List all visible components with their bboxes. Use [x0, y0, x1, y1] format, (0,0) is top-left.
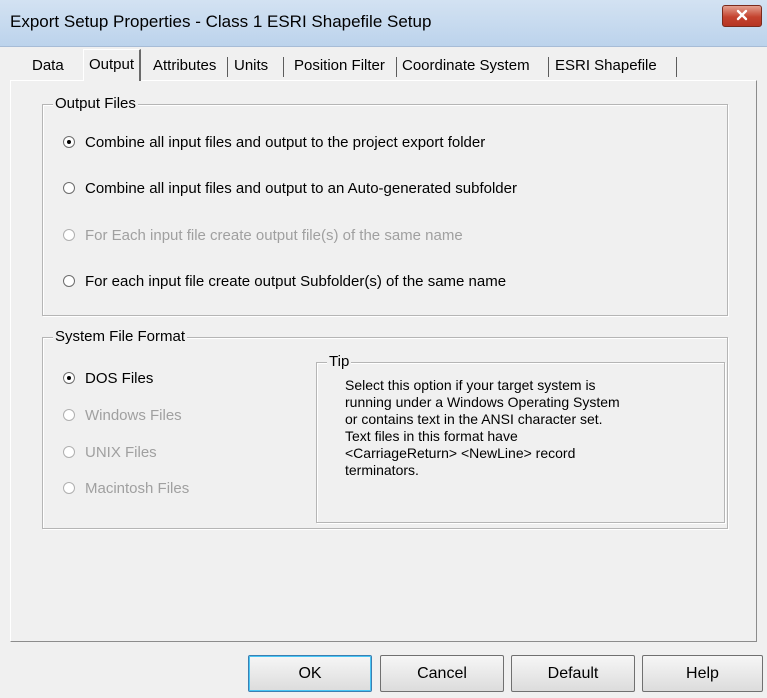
radio-label: Combine all input files and output to an… — [85, 179, 517, 197]
tab-attributes[interactable]: Attributes — [153, 52, 216, 80]
radio-each-file-same-name[interactable]: For Each input file create output file(s… — [63, 225, 463, 245]
ok-button-label: OK — [298, 664, 322, 682]
radio-label: Macintosh Files — [85, 479, 190, 497]
radio-indicator — [63, 482, 75, 494]
tip-box: Tip Select this option if your target sy… — [316, 353, 725, 523]
close-icon — [736, 8, 748, 24]
help-button[interactable]: Help — [642, 655, 763, 692]
radio-indicator — [63, 229, 75, 241]
tab-separator — [227, 57, 228, 77]
tab-separator — [548, 57, 549, 77]
tab-coordinate-system[interactable]: Coordinate System — [402, 52, 530, 80]
radio-macintosh-files[interactable]: Macintosh Files — [63, 478, 189, 498]
default-button-label: Default — [547, 664, 599, 682]
radio-indicator — [63, 409, 75, 421]
tab-separator — [396, 57, 397, 77]
tab-data[interactable]: Data — [32, 52, 64, 80]
radio-windows-files[interactable]: Windows Files — [63, 405, 182, 425]
radio-label: For Each input file create output file(s… — [85, 226, 463, 244]
radio-dos-files[interactable]: DOS Files — [63, 368, 153, 388]
default-button[interactable]: Default — [511, 655, 635, 692]
radio-indicator — [63, 182, 75, 194]
radio-label: UNIX Files — [85, 443, 157, 461]
radio-indicator — [63, 372, 75, 384]
tab-units[interactable]: Units — [234, 52, 268, 80]
radio-label: Windows Files — [85, 406, 182, 424]
radio-combine-project-folder[interactable]: Combine all input files and output to th… — [63, 132, 485, 152]
tip-text: Select this option if your target system… — [345, 377, 620, 478]
cancel-button[interactable]: Cancel — [380, 655, 504, 692]
tip-title: Tip — [327, 353, 352, 371]
cancel-button-label: Cancel — [417, 664, 467, 682]
system-file-format-group: System File Format DOS Files Windows Fil… — [42, 328, 728, 529]
title-bar: Export Setup Properties - Class 1 ESRI S… — [0, 0, 767, 47]
ok-button[interactable]: OK — [248, 655, 372, 692]
radio-label: DOS Files — [85, 369, 154, 387]
tab-separator — [283, 57, 284, 77]
close-button[interactable] — [722, 5, 762, 27]
system-file-format-title: System File Format — [53, 328, 188, 346]
radio-label: For each input file create output Subfol… — [85, 272, 507, 290]
tab-esri-shapefile[interactable]: ESRI Shapefile — [555, 52, 657, 80]
radio-combine-auto-subfolder[interactable]: Combine all input files and output to an… — [63, 178, 517, 198]
radio-indicator — [63, 136, 75, 148]
tab-output[interactable]: Output — [83, 49, 142, 81]
radio-indicator — [63, 446, 75, 458]
export-setup-dialog: Export Setup Properties - Class 1 ESRI S… — [0, 0, 767, 698]
output-files-group: Output Files Combine all input files and… — [42, 95, 728, 316]
output-files-title: Output Files — [53, 95, 138, 113]
radio-unix-files[interactable]: UNIX Files — [63, 442, 157, 462]
help-button-label: Help — [686, 664, 719, 682]
tab-separator — [676, 57, 677, 77]
radio-label: Combine all input files and output to th… — [85, 133, 486, 151]
radio-indicator — [63, 275, 75, 287]
radio-each-subfolder-same-name[interactable]: For each input file create output Subfol… — [63, 271, 506, 291]
tab-position-filter[interactable]: Position Filter — [294, 52, 385, 80]
output-tab-page: Output Files Combine all input files and… — [10, 80, 757, 642]
window-title: Export Setup Properties - Class 1 ESRI S… — [10, 12, 432, 31]
